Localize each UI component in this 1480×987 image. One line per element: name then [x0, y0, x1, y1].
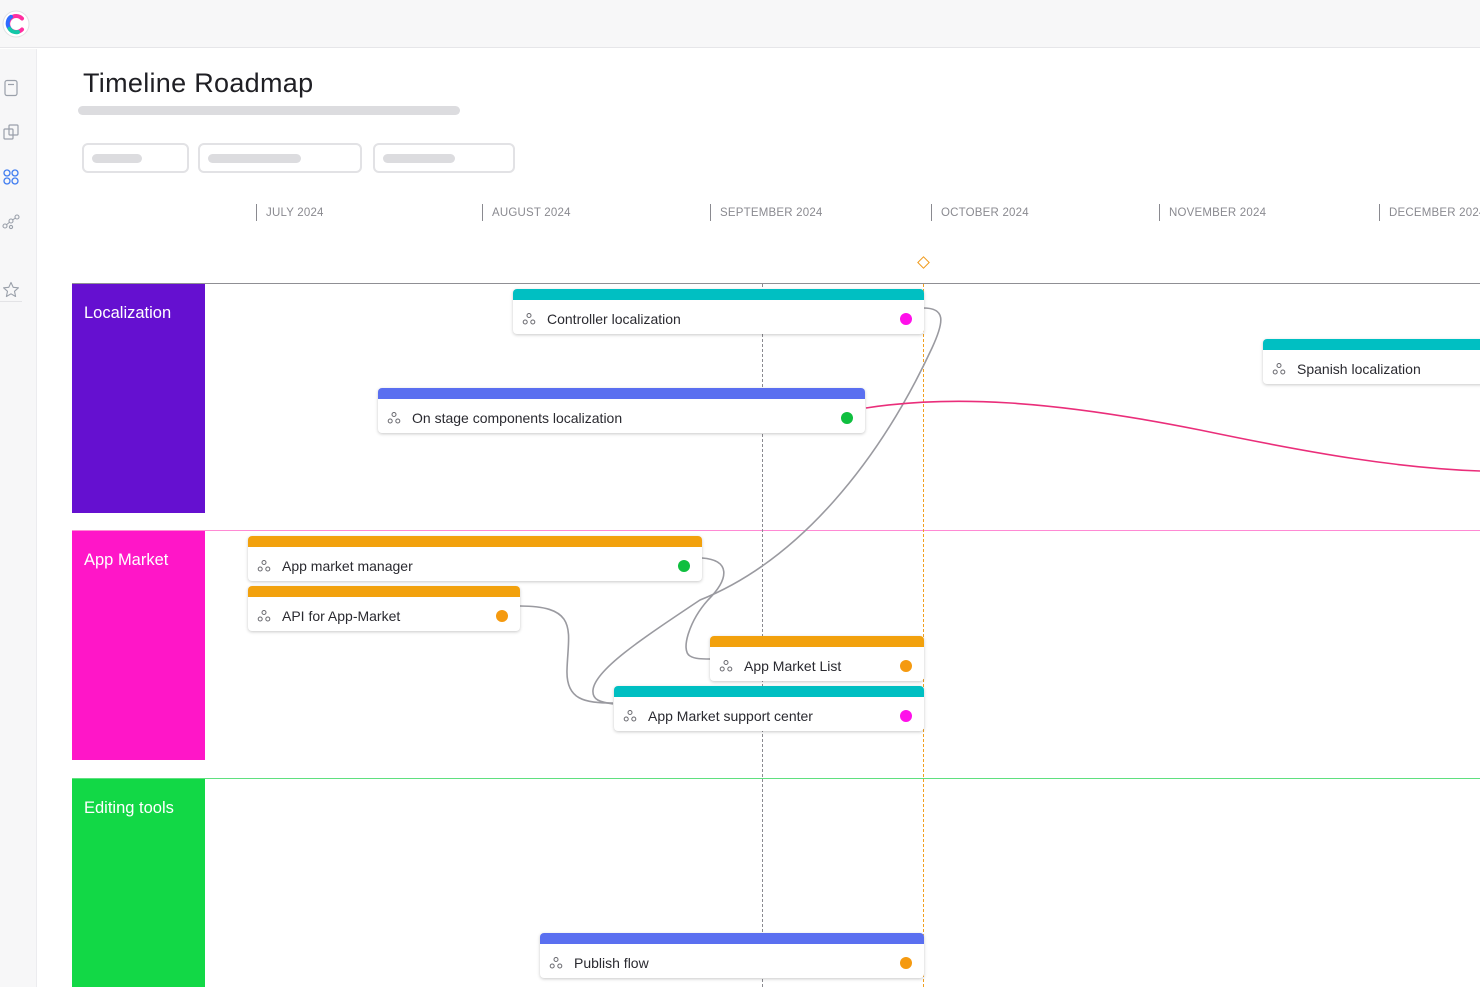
group-label: Editing tools — [84, 799, 174, 817]
month-july: JULY 2024 — [256, 204, 324, 221]
item-type-icon — [257, 560, 271, 572]
item-type-icon — [719, 660, 733, 672]
item-on-stage-components-localization[interactable]: On stage components localization — [378, 388, 865, 433]
item-app-market-manager[interactable]: App market manager — [248, 536, 702, 581]
page-title: Timeline Roadmap — [83, 68, 314, 98]
item-bar — [513, 289, 924, 300]
top-bar — [0, 0, 1480, 48]
item-type-icon — [257, 610, 271, 622]
filter-1-placeholder — [92, 154, 142, 163]
item-bar — [378, 388, 865, 399]
star-icon[interactable] — [1, 280, 21, 300]
group-label: Localization — [84, 304, 172, 322]
status-dot — [900, 660, 912, 672]
today-marker-icon[interactable] — [917, 256, 930, 269]
status-dot — [841, 412, 853, 424]
filter-2-placeholder — [208, 154, 301, 163]
item-bar — [710, 636, 924, 647]
item-bar — [248, 586, 520, 597]
graph-icon[interactable] — [1, 212, 21, 232]
item-bar — [248, 536, 702, 547]
item-app-market-list[interactable]: App Market List — [710, 636, 924, 681]
item-label: App Market List — [744, 658, 842, 674]
status-dot — [900, 710, 912, 722]
left-sidebar — [0, 49, 37, 987]
item-bar — [540, 933, 924, 944]
document-icon[interactable] — [1, 78, 21, 98]
item-label: App Market support center — [648, 708, 813, 724]
item-app-market-support-center[interactable]: App Market support center — [614, 686, 924, 731]
group-divider-top — [72, 283, 1480, 284]
sidebar-divider — [0, 301, 22, 302]
item-type-icon — [387, 412, 401, 424]
item-type-icon — [623, 710, 637, 722]
copy-icon[interactable] — [1, 122, 21, 142]
item-type-icon — [1272, 363, 1286, 375]
month-december: DECEMBER 2024 — [1379, 204, 1480, 221]
item-label: Controller localization — [547, 311, 681, 327]
item-publish-flow[interactable]: Publish flow — [540, 933, 924, 978]
group-app-market[interactable]: App Market — [72, 531, 205, 760]
month-november: NOVEMBER 2024 — [1159, 204, 1266, 221]
item-api-for-app-market[interactable]: API for App-Market — [248, 586, 520, 631]
filter-2[interactable] — [198, 143, 362, 173]
item-label: API for App-Market — [282, 608, 401, 624]
group-divider-app-market — [72, 530, 1480, 531]
item-spanish-localization[interactable]: Spanish localization — [1263, 339, 1480, 384]
item-controller-localization[interactable]: Controller localization — [513, 289, 924, 334]
app-logo-icon[interactable] — [2, 10, 30, 38]
item-label: Publish flow — [574, 955, 649, 971]
subtitle-placeholder — [78, 106, 460, 115]
status-dot — [900, 313, 912, 325]
month-august: AUGUST 2024 — [482, 204, 571, 221]
item-bar — [614, 686, 924, 697]
group-localization[interactable]: Localization — [72, 284, 205, 513]
group-divider-editing-tools — [72, 778, 1480, 779]
item-type-icon — [549, 957, 563, 969]
status-dot — [678, 560, 690, 572]
filter-1[interactable] — [82, 143, 189, 173]
month-september: SEPTEMBER 2024 — [710, 204, 823, 221]
item-label: On stage components localization — [412, 410, 623, 426]
link-api-to-support-center — [519, 605, 614, 704]
item-label: App market manager — [282, 558, 413, 574]
status-dot — [496, 610, 508, 622]
filter-3[interactable] — [373, 143, 515, 173]
item-label: Spanish localization — [1297, 361, 1421, 377]
group-editing-tools[interactable]: Editing tools — [72, 779, 205, 987]
milestone-line — [923, 284, 924, 987]
item-bar — [1263, 339, 1480, 350]
roadmap-icon[interactable] — [1, 167, 21, 187]
status-dot — [900, 957, 912, 969]
item-type-icon — [522, 313, 536, 325]
link-on-stage-to-spanish — [865, 400, 1480, 472]
group-label: App Market — [84, 551, 169, 569]
filter-3-placeholder — [383, 154, 455, 163]
month-october: OCTOBER 2024 — [931, 204, 1029, 221]
